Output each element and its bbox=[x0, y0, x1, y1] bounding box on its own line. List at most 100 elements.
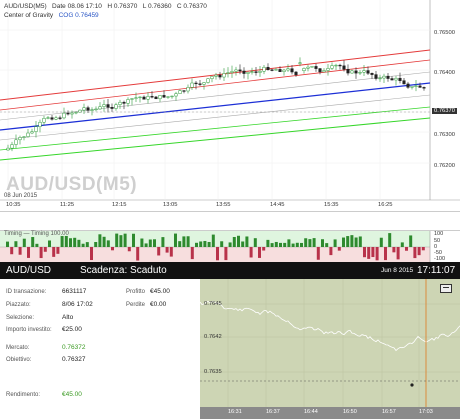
loss-label: Perdite bbox=[126, 302, 146, 308]
timing-bar bbox=[106, 240, 110, 247]
candle-body bbox=[174, 93, 178, 97]
cog-value: COG 0.76459 bbox=[58, 12, 99, 19]
symbol-label: AUD/USD(M5) bbox=[4, 3, 47, 10]
price-tick: 0.76400 bbox=[434, 70, 455, 76]
market-value: 0.76372 bbox=[62, 344, 86, 351]
timing-bar bbox=[136, 247, 140, 261]
candle-body bbox=[142, 96, 146, 100]
timing-bar bbox=[300, 242, 303, 247]
candle-body bbox=[50, 117, 54, 120]
candle-body bbox=[234, 69, 238, 72]
timing-bar bbox=[392, 247, 396, 253]
mini-time-tick: 16:57 bbox=[382, 409, 396, 415]
trade-mini-chart[interactable]: 0.7645 0.7642 0.7635 16:31 16:37 16:44 1… bbox=[200, 279, 460, 419]
candle-body bbox=[338, 64, 342, 67]
timing-bar bbox=[287, 239, 291, 247]
loss-value: €0.00 bbox=[150, 301, 167, 308]
time-tick: 15:35 bbox=[324, 202, 339, 208]
timing-bar bbox=[321, 239, 324, 247]
candle-body bbox=[262, 66, 266, 72]
timing-bar bbox=[144, 243, 148, 247]
mini-price-tick: 0.7642 bbox=[204, 334, 222, 340]
timing-bar bbox=[94, 242, 98, 247]
candle-body bbox=[326, 68, 330, 71]
time-tick: 13:55 bbox=[216, 202, 231, 208]
candle-body bbox=[294, 71, 298, 76]
indicator-name: Center of Gravity bbox=[4, 12, 54, 19]
candle-body bbox=[238, 69, 242, 72]
date-readout: Date 08.06 17:10 bbox=[52, 3, 102, 10]
candle-body bbox=[258, 71, 262, 73]
candle-body bbox=[418, 85, 422, 88]
candle-body bbox=[410, 86, 414, 88]
timing-bar bbox=[81, 243, 85, 247]
candle-body bbox=[278, 69, 282, 72]
candle-body bbox=[422, 87, 426, 89]
expand-icon[interactable] bbox=[440, 284, 452, 293]
candle-body bbox=[194, 82, 198, 85]
candle-body bbox=[162, 95, 166, 98]
timing-bar bbox=[186, 236, 190, 247]
indicator-header: Center of Gravity COG 0.76459 bbox=[4, 12, 99, 19]
candle-body bbox=[230, 71, 234, 73]
timing-bar bbox=[216, 247, 219, 261]
candle-body bbox=[182, 90, 186, 92]
close-readout: C 0.76370 bbox=[176, 3, 207, 10]
candle-body bbox=[146, 96, 150, 100]
timing-bar bbox=[367, 247, 371, 259]
entry-point bbox=[410, 383, 414, 387]
timing-bar bbox=[123, 233, 127, 247]
candle-body bbox=[86, 107, 90, 111]
candle-body bbox=[122, 101, 126, 104]
timing-bar bbox=[283, 242, 287, 247]
candle-body bbox=[270, 69, 274, 71]
timing-bar bbox=[308, 239, 312, 247]
candle-body bbox=[322, 70, 326, 73]
timing-bar bbox=[119, 235, 123, 247]
candle-body bbox=[18, 137, 22, 141]
timing-bar bbox=[6, 241, 9, 247]
candle-body bbox=[282, 69, 286, 72]
candle-body bbox=[214, 74, 218, 77]
timing-bar bbox=[31, 237, 35, 247]
timing-bar bbox=[279, 242, 282, 247]
mini-time-tick: 17:03 bbox=[419, 409, 433, 415]
profit-value: €45.00 bbox=[150, 288, 170, 295]
timing-bar bbox=[69, 238, 72, 247]
price-chart[interactable]: AUD/USD(M5) Date 08.06 17:10 H 0.76370 L… bbox=[0, 0, 460, 212]
mini-time-axis: 16:31 16:37 16:44 16:50 16:57 17:03 bbox=[200, 407, 460, 419]
high-readout: H 0.76370 bbox=[107, 3, 138, 10]
mini-time-tick: 16:50 bbox=[343, 409, 357, 415]
timing-bar bbox=[245, 236, 249, 247]
candle-body bbox=[90, 109, 94, 111]
timing-bar bbox=[211, 234, 215, 247]
time-tick: 16:25 bbox=[378, 202, 393, 208]
candle-body bbox=[398, 77, 402, 81]
mini-time-tick: 16:31 bbox=[228, 409, 242, 415]
timing-label: Timing — Timing 100.00 bbox=[4, 231, 69, 237]
candle-body bbox=[94, 108, 98, 111]
timing-bar bbox=[73, 237, 77, 247]
timing-bar bbox=[413, 247, 417, 259]
timing-indicator[interactable]: Timing — Timing 100.00 100 50 0 -50 -100 bbox=[0, 230, 460, 263]
candle-body bbox=[62, 112, 66, 119]
timing-bar bbox=[27, 247, 30, 258]
time-tick: 10:35 bbox=[6, 202, 21, 208]
timing-bar bbox=[48, 240, 51, 247]
candle-body bbox=[66, 112, 70, 115]
timing-bar bbox=[35, 243, 39, 247]
placed-label: Piazzato: bbox=[6, 302, 31, 308]
timing-bar bbox=[64, 235, 68, 247]
timing-bar bbox=[350, 235, 354, 247]
candle-body bbox=[254, 71, 258, 73]
candle-body bbox=[130, 98, 134, 100]
timing-bar bbox=[363, 247, 366, 258]
timing-bar bbox=[132, 233, 135, 247]
timing-bar bbox=[384, 247, 387, 261]
candle-body bbox=[6, 147, 10, 151]
placed-value: 8/06 17:02 bbox=[62, 301, 93, 308]
trade-symbol: AUD/USD bbox=[6, 265, 52, 276]
timing-bar bbox=[161, 237, 165, 247]
timing-bar bbox=[85, 242, 89, 247]
timing-bar bbox=[266, 239, 270, 247]
